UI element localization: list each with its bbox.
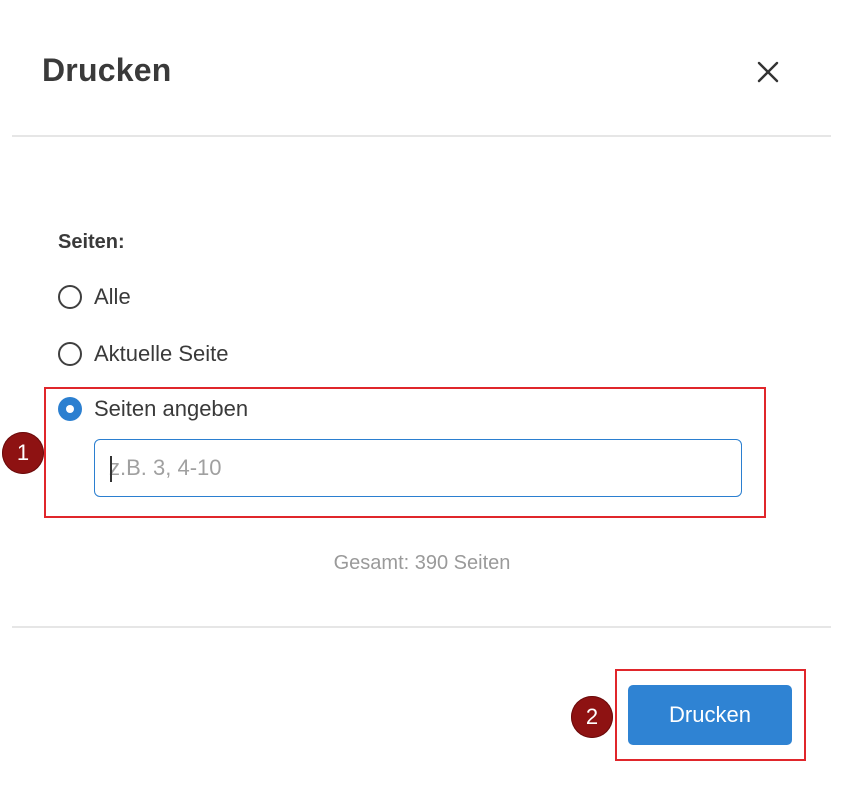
radio-button-all[interactable] (58, 285, 82, 309)
pages-section-label: Seiten: (58, 231, 125, 253)
print-dialog: Drucken Seiten: Alle Aktuelle Seite Seit… (0, 0, 844, 795)
radio-option-specify-pages[interactable]: Seiten angeben (58, 396, 248, 422)
page-range-input[interactable] (94, 439, 742, 497)
radio-option-current-page[interactable]: Aktuelle Seite (58, 341, 229, 367)
dialog-title: Drucken (42, 52, 172, 88)
step-marker-1: 1 (2, 432, 44, 474)
total-pages-text: Gesamt: 390 Seiten (333, 552, 511, 574)
radio-button-specify-pages[interactable] (58, 397, 82, 421)
radio-label-specify-pages: Seiten angeben (94, 396, 249, 421)
radio-option-all[interactable]: Alle (58, 284, 131, 310)
radio-button-current-page[interactable] (58, 342, 82, 366)
close-icon (757, 61, 779, 83)
radio-label-all: Alle (94, 284, 131, 309)
step-marker-2: 2 (571, 696, 613, 738)
footer-divider (12, 626, 831, 628)
header-divider (12, 135, 831, 137)
print-button[interactable]: Drucken (628, 685, 792, 745)
radio-label-current-page: Aktuelle Seite (94, 341, 229, 366)
close-button[interactable] (748, 52, 788, 92)
text-caret (110, 456, 112, 482)
